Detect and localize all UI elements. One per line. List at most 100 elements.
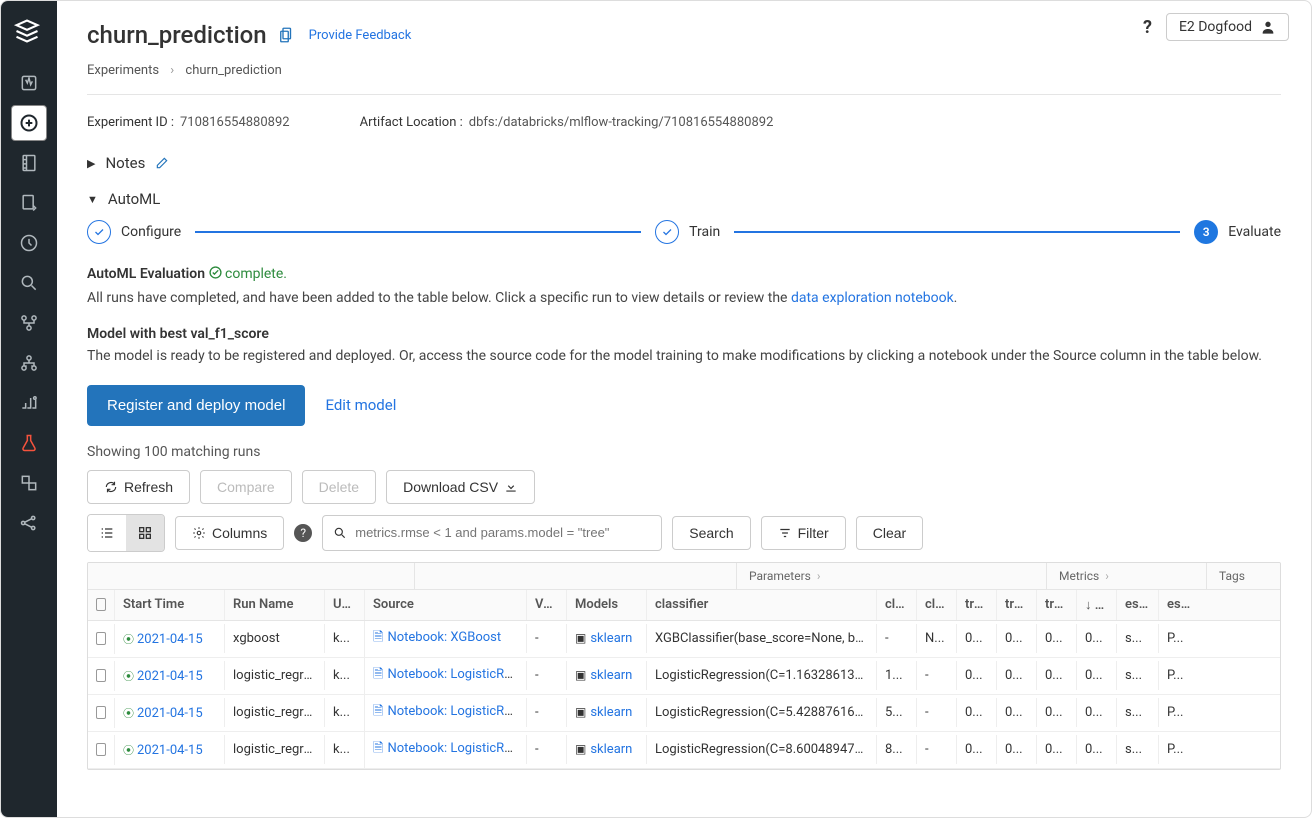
table-row[interactable]: ⦿2021-04-15logistic_regre...k...🗎Noteboo…: [88, 658, 1280, 695]
experiment-id-label: Experiment ID :: [87, 115, 174, 130]
sidebar-item-experiments[interactable]: [11, 425, 47, 461]
notes-section-header[interactable]: ▶ Notes: [87, 154, 1281, 172]
edit-icon[interactable]: [155, 156, 169, 170]
download-csv-button[interactable]: Download CSV: [386, 470, 535, 504]
col-user[interactable]: User: [324, 590, 364, 620]
col-metric-0[interactable]: traini: [956, 590, 996, 620]
chevron-right-icon[interactable]: ›: [1105, 569, 1109, 583]
sidebar-item-feature-store[interactable]: [11, 465, 47, 501]
sidebar-item-share[interactable]: [11, 505, 47, 541]
start-time-link[interactable]: 2021-04-15: [137, 669, 203, 684]
data-exploration-notebook-link[interactable]: data exploration notebook: [791, 290, 954, 306]
search-box[interactable]: [322, 515, 662, 551]
breadcrumb-root[interactable]: Experiments: [87, 63, 159, 78]
register-deploy-button[interactable]: Register and deploy model: [87, 385, 305, 426]
sidebar-item-recents[interactable]: [11, 225, 47, 261]
view-toggle: [87, 514, 165, 552]
col-run-name[interactable]: Run Name: [224, 590, 324, 620]
grid-view-button[interactable]: [126, 515, 164, 551]
run-name: logistic_regre...: [224, 661, 324, 690]
columns-button[interactable]: Columns: [175, 516, 284, 550]
step-evaluate-label: Evaluate: [1228, 224, 1281, 240]
tags-group-header: Tags: [1219, 569, 1245, 583]
col-source[interactable]: Source: [364, 590, 526, 620]
source-notebook-link[interactable]: Notebook: XGBoost: [387, 630, 501, 645]
sidebar-item-models[interactable]: [11, 65, 47, 101]
metric-cell: 0...: [1036, 698, 1076, 727]
sidebar-item-compute[interactable]: [11, 345, 47, 381]
parameters-group-header: Parameters: [749, 569, 811, 583]
step-configure-label: Configure: [121, 224, 181, 240]
search-button[interactable]: Search: [672, 516, 750, 550]
col-version[interactable]: Versi: [526, 590, 566, 620]
user-cell: k...: [324, 735, 364, 764]
tag-cell: s...: [1116, 624, 1158, 653]
source-notebook-link[interactable]: Notebook: LogisticRegre: [387, 741, 526, 756]
select-all-checkbox[interactable]: [96, 598, 106, 611]
col-start-time[interactable]: Start Time: [114, 590, 224, 620]
row-checkbox[interactable]: [96, 632, 106, 645]
col-metric-1[interactable]: traini: [996, 590, 1036, 620]
user-label: E2 Dogfood: [1179, 19, 1252, 35]
version-cell: -: [526, 624, 566, 653]
row-checkbox[interactable]: [96, 669, 106, 682]
source-notebook-link[interactable]: Notebook: LogisticRegre: [387, 667, 526, 682]
sidebar-item-create[interactable]: [11, 105, 47, 141]
provide-feedback-link[interactable]: Provide Feedback: [309, 28, 412, 43]
metric-cell: 0...: [956, 735, 996, 764]
sidebar-item-workspace[interactable]: [11, 145, 47, 181]
sidebar-item-jobs[interactable]: [11, 385, 47, 421]
col-classifier[interactable]: classifier: [646, 590, 876, 620]
col-models[interactable]: Models: [566, 590, 646, 620]
sidebar-item-repos[interactable]: [11, 185, 47, 221]
search-help-icon[interactable]: ?: [294, 524, 312, 542]
clear-button[interactable]: Clear: [856, 516, 923, 550]
experiment-id-value: 710816554880892: [180, 115, 290, 130]
col-param-1[interactable]: class: [916, 590, 956, 620]
filter-button[interactable]: Filter: [761, 516, 846, 550]
tag-cell: P...: [1158, 661, 1200, 690]
chevron-right-icon[interactable]: ›: [817, 569, 821, 583]
metric-cell: 0...: [956, 661, 996, 690]
start-time-link[interactable]: 2021-04-15: [137, 743, 203, 758]
copy-icon[interactable]: [277, 26, 295, 44]
version-cell: -: [526, 661, 566, 690]
col-tag-1[interactable]: estim: [1158, 590, 1200, 620]
metric-cell: 0...: [996, 698, 1036, 727]
sidebar-item-search[interactable]: [11, 265, 47, 301]
edit-model-link[interactable]: Edit model: [325, 396, 396, 414]
start-time-link[interactable]: 2021-04-15: [137, 632, 203, 647]
table-row[interactable]: ⦿2021-04-15logistic_regre...k...🗎Noteboo…: [88, 695, 1280, 732]
version-cell: -: [526, 698, 566, 727]
search-input[interactable]: [355, 525, 651, 540]
row-checkbox[interactable]: [96, 743, 106, 756]
automl-section-header[interactable]: ▼ AutoML: [87, 190, 1281, 208]
help-icon[interactable]: ?: [1143, 17, 1152, 38]
user-menu-button[interactable]: E2 Dogfood: [1166, 13, 1289, 41]
refresh-button[interactable]: Refresh: [87, 470, 190, 504]
col-metric-2[interactable]: traini: [1036, 590, 1076, 620]
col-tag-0[interactable]: estim: [1116, 590, 1158, 620]
notebook-icon: 🗎: [373, 667, 383, 682]
breadcrumb: Experiments › churn_prediction: [87, 63, 1281, 95]
source-notebook-link[interactable]: Notebook: LogisticRegre: [387, 704, 526, 719]
metric-cell: 0...: [996, 624, 1036, 653]
automl-label: AutoML: [108, 190, 160, 208]
list-view-button[interactable]: [88, 515, 126, 551]
evaluation-status: complete.: [225, 266, 287, 282]
caret-right-icon: ▶: [87, 157, 95, 170]
row-checkbox[interactable]: [96, 706, 106, 719]
model-icon: ▣: [575, 631, 586, 645]
model-link[interactable]: sklearn: [590, 631, 632, 646]
table-row[interactable]: ⦿2021-04-15logistic_regre...k...🗎Noteboo…: [88, 732, 1280, 769]
col-param-0[interactable]: clas: [876, 590, 916, 620]
col-metric-3[interactable]: ↓ val_: [1076, 590, 1116, 620]
databricks-logo-icon[interactable]: [13, 17, 45, 49]
start-time-link[interactable]: 2021-04-15: [137, 706, 203, 721]
model-link[interactable]: sklearn: [590, 742, 632, 757]
tag-cell: P...: [1158, 735, 1200, 764]
table-row[interactable]: ⦿2021-04-15xgboostk...🗎Notebook: XGBoost…: [88, 621, 1280, 658]
model-link[interactable]: sklearn: [590, 705, 632, 720]
model-link[interactable]: sklearn: [590, 668, 632, 683]
sidebar-item-data[interactable]: [11, 305, 47, 341]
